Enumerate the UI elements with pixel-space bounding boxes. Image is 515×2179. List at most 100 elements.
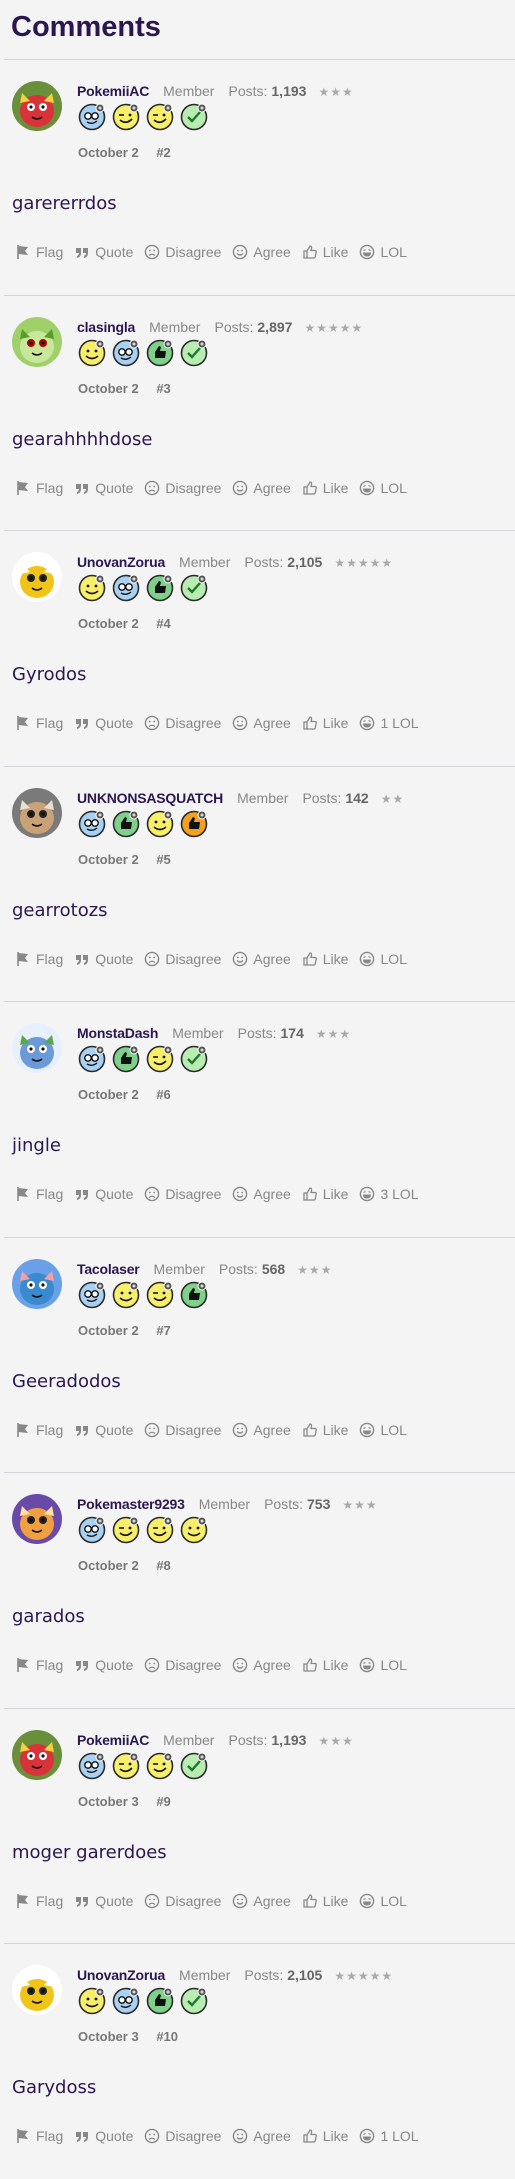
blue-nerd-badge[interactable] (112, 574, 140, 602)
blue-nerd-badge[interactable] (112, 1987, 140, 2015)
disagree-button[interactable]: Disagree (144, 1657, 221, 1673)
like-button[interactable]: Like (302, 1186, 348, 1202)
yellow-winking-badge[interactable] (112, 103, 140, 131)
disagree-button[interactable]: Disagree (144, 1893, 221, 1909)
yellow-winking-badge[interactable] (146, 1516, 174, 1544)
like-button[interactable]: Like (302, 1657, 348, 1673)
post-date-link[interactable]: October 2 (78, 145, 139, 160)
username-link[interactable]: PokemiiAC (77, 1732, 149, 1748)
username-link[interactable]: MonstaDash (77, 1025, 158, 1041)
quote-button[interactable]: Quote (74, 715, 133, 731)
post-date-link[interactable]: October 2 (78, 381, 139, 396)
lol-button[interactable]: LOL (359, 1422, 407, 1438)
green-check-badge[interactable] (180, 1045, 208, 1073)
agree-button[interactable]: Agree (232, 1657, 291, 1673)
avatar[interactable] (12, 552, 62, 602)
blue-nerd-badge[interactable] (78, 810, 106, 838)
post-date-link[interactable]: October 2 (78, 852, 139, 867)
quote-button[interactable]: Quote (74, 1657, 133, 1673)
quote-button[interactable]: Quote (74, 951, 133, 967)
username-link[interactable]: UNKNONSASQUATCH (77, 790, 223, 806)
disagree-button[interactable]: Disagree (144, 244, 221, 260)
username-link[interactable]: Tacolaser (77, 1261, 140, 1277)
flag-button[interactable]: Flag (15, 951, 63, 967)
blue-nerd-badge[interactable] (78, 103, 106, 131)
like-button[interactable]: Like (302, 951, 348, 967)
avatar[interactable] (12, 1258, 62, 1309)
avatar[interactable] (12, 1729, 62, 1780)
agree-button[interactable]: Agree (232, 2128, 291, 2144)
avatar[interactable] (12, 1965, 62, 2015)
quote-button[interactable]: Quote (74, 1422, 133, 1438)
green-thumb-badge[interactable] (146, 1987, 174, 2015)
quote-button[interactable]: Quote (74, 2128, 133, 2144)
yellow-winking-badge[interactable] (146, 103, 174, 131)
lol-button[interactable]: 1 LOL (359, 715, 419, 731)
yellow-smile-badge[interactable] (78, 339, 106, 367)
agree-button[interactable]: Agree (232, 480, 291, 496)
avatar[interactable] (12, 787, 62, 838)
blue-nerd-badge[interactable] (78, 1281, 106, 1309)
disagree-button[interactable]: Disagree (144, 1422, 221, 1438)
post-number-link[interactable]: #9 (156, 1794, 170, 1809)
like-button[interactable]: Like (302, 2128, 348, 2144)
lol-button[interactable]: LOL (359, 1657, 407, 1673)
green-check-badge[interactable] (180, 1752, 208, 1780)
flag-button[interactable]: Flag (15, 1422, 63, 1438)
disagree-button[interactable]: Disagree (144, 480, 221, 496)
yellow-smile-badge[interactable] (78, 1987, 106, 2015)
quote-button[interactable]: Quote (74, 1893, 133, 1909)
quote-button[interactable]: Quote (74, 1186, 133, 1202)
blue-nerd-badge[interactable] (78, 1752, 106, 1780)
post-date-link[interactable]: October 2 (78, 1087, 139, 1102)
like-button[interactable]: Like (302, 715, 348, 731)
like-button[interactable]: Like (302, 244, 348, 260)
flag-button[interactable]: Flag (15, 1186, 63, 1202)
yellow-winking-badge[interactable] (112, 1516, 140, 1544)
yellow-winking-badge[interactable] (146, 1752, 174, 1780)
disagree-button[interactable]: Disagree (144, 951, 221, 967)
username-link[interactable]: Pokemaster9293 (77, 1496, 185, 1512)
agree-button[interactable]: Agree (232, 951, 291, 967)
yellow-smile-badge[interactable] (78, 574, 106, 602)
green-thumb-badge[interactable] (146, 339, 174, 367)
avatar[interactable] (12, 81, 62, 131)
username-link[interactable]: UnovanZorua (77, 554, 165, 570)
post-number-link[interactable]: #2 (156, 145, 170, 160)
username-link[interactable]: PokemiiAC (77, 83, 149, 99)
like-button[interactable]: Like (302, 480, 348, 496)
orange-thumb-badge[interactable] (180, 810, 208, 838)
lol-button[interactable]: LOL (359, 480, 407, 496)
quote-button[interactable]: Quote (74, 480, 133, 496)
yellow-winking-badge[interactable] (146, 1045, 174, 1073)
flag-button[interactable]: Flag (15, 1893, 63, 1909)
post-number-link[interactable]: #7 (156, 1323, 170, 1338)
yellow-winking-badge[interactable] (146, 1281, 174, 1309)
green-check-badge[interactable] (180, 103, 208, 131)
yellow-smile-badge[interactable] (112, 1281, 140, 1309)
green-thumb-badge[interactable] (180, 1281, 208, 1309)
green-thumb-badge[interactable] (112, 1045, 140, 1073)
post-number-link[interactable]: #4 (156, 616, 170, 631)
yellow-winking-badge[interactable] (112, 1752, 140, 1780)
disagree-button[interactable]: Disagree (144, 2128, 221, 2144)
avatar[interactable] (12, 1023, 62, 1073)
avatar[interactable] (12, 316, 62, 367)
flag-button[interactable]: Flag (15, 715, 63, 731)
post-date-link[interactable]: October 2 (78, 1558, 139, 1573)
lol-button[interactable]: LOL (359, 244, 407, 260)
flag-button[interactable]: Flag (15, 2128, 63, 2144)
post-date-link[interactable]: October 3 (78, 1794, 139, 1809)
agree-button[interactable]: Agree (232, 715, 291, 731)
lol-button[interactable]: LOL (359, 951, 407, 967)
flag-button[interactable]: Flag (15, 1657, 63, 1673)
agree-button[interactable]: Agree (232, 1186, 291, 1202)
green-check-badge[interactable] (180, 1987, 208, 2015)
blue-nerd-badge[interactable] (78, 1516, 106, 1544)
agree-button[interactable]: Agree (232, 1893, 291, 1909)
username-link[interactable]: UnovanZorua (77, 1967, 165, 1983)
flag-button[interactable]: Flag (15, 244, 63, 260)
yellow-smile-badge[interactable] (146, 810, 174, 838)
agree-button[interactable]: Agree (232, 1422, 291, 1438)
post-number-link[interactable]: #3 (156, 381, 170, 396)
